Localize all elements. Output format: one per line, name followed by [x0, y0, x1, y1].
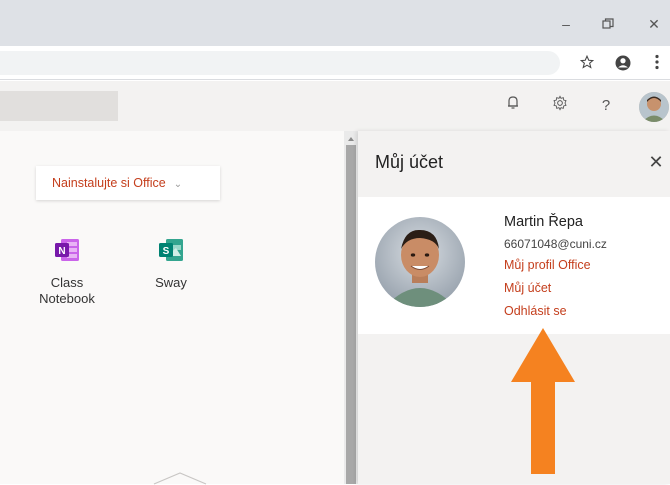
address-bar[interactable]	[0, 51, 560, 75]
settings-button[interactable]	[549, 95, 571, 117]
app-tile-class-notebook[interactable]: N Class Notebook	[22, 236, 112, 307]
gear-icon	[553, 95, 567, 111]
restore-button[interactable]	[598, 14, 618, 34]
my-account-link[interactable]: Můj účet	[504, 281, 551, 295]
sign-out-link[interactable]: Odhlásit se	[504, 304, 567, 318]
office-profile-link[interactable]: Můj profil Office	[504, 258, 591, 272]
bookmark-star-button[interactable]	[578, 54, 596, 73]
help-icon: ?	[601, 97, 611, 114]
app-label: Notebook	[39, 291, 95, 306]
browser-menu-button[interactable]	[648, 54, 666, 72]
account-avatar	[375, 217, 465, 307]
help-button[interactable]: ?	[595, 95, 617, 117]
avatar	[639, 92, 669, 122]
star-icon	[579, 54, 595, 69]
app-label: Class	[50, 275, 84, 290]
account-email: 66071048@cuni.cz	[504, 237, 607, 251]
close-panel-button[interactable]: ✕	[646, 152, 666, 172]
profile-button[interactable]	[614, 54, 632, 72]
panel-title: Můj účet	[375, 152, 444, 172]
scroll-down-arrow-icon[interactable]	[150, 471, 210, 485]
install-office-label: Nainstalujte si Office	[52, 176, 166, 190]
profile-icon	[615, 55, 631, 71]
header-avatar[interactable]	[639, 92, 669, 122]
avatar	[375, 217, 465, 307]
annotation-arrow-up-icon	[511, 328, 575, 474]
svg-text:N: N	[58, 246, 65, 257]
scroll-up-icon[interactable]	[344, 134, 358, 144]
onenote-icon: N	[55, 239, 79, 261]
main-content: Nainstalujte si Office ⌄ N Class Notebook…	[0, 131, 344, 485]
kebab-menu-icon	[655, 54, 659, 70]
scrollbar-thumb[interactable]	[346, 145, 356, 484]
search-box[interactable]	[0, 91, 118, 121]
svg-text:S: S	[163, 246, 170, 257]
install-office-button[interactable]: Nainstalujte si Office ⌄	[36, 166, 220, 200]
bell-icon	[508, 96, 518, 109]
sway-icon: S	[159, 239, 183, 261]
close-window-button[interactable]: ✕	[644, 14, 664, 34]
app-label: Sway	[155, 275, 187, 290]
restore-icon	[602, 18, 614, 29]
browser-toolbar	[0, 46, 670, 80]
notifications-button[interactable]	[502, 95, 524, 117]
minimize-button[interactable]: –	[556, 14, 576, 34]
account-name: Martin Řepa	[504, 214, 583, 230]
app-tile-sway[interactable]: S Sway	[126, 236, 216, 291]
chevron-down-icon: ⌄	[173, 179, 183, 190]
